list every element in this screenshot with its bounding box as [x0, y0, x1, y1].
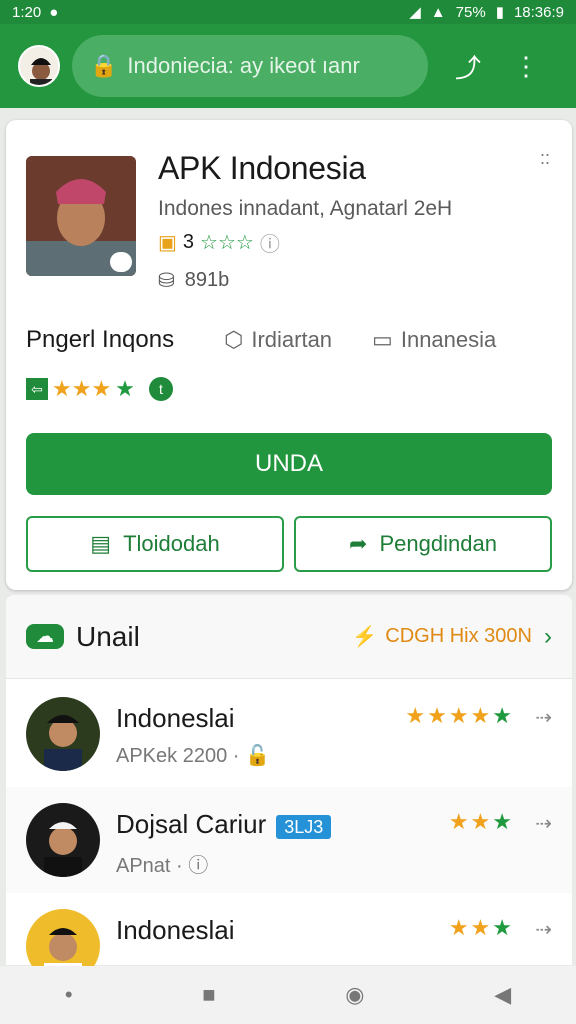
meta-language: Innanesia: [400, 327, 497, 352]
primary-action-button[interactable]: UNDA: [26, 433, 552, 495]
system-nav-bar: • ■ ◉ ◀: [0, 966, 576, 1024]
promo-link[interactable]: ⚡ CDGH Hix 300N: [352, 624, 532, 649]
list-item-subtitle: APKek 2200 · 🔓: [116, 745, 270, 767]
status-clock: 18:36:9: [513, 3, 564, 21]
app-rating-row: ▣ 3 ☆☆☆ ⓘ: [158, 228, 280, 257]
app-size-row: ⛁ 891b: [158, 268, 229, 293]
app-meta-row: Pngerl Inqons ⬡ Irdiartan ▭ Innanesia: [26, 326, 556, 354]
avatar: [26, 697, 100, 771]
app-icon-image: [26, 156, 136, 276]
chat-icon: ▭: [372, 327, 393, 352]
url-text: Indoniecia: ay ikeot ıanr: [127, 53, 360, 78]
card-options-icon[interactable]: ::: [540, 149, 550, 167]
related-apps-title: Unail: [76, 620, 140, 652]
share-arrow-icon: ➦: [349, 531, 368, 556]
location-item[interactable]: ⬡ Irdiartan: [224, 327, 332, 353]
secondary-left-button[interactable]: ▤ Tloidodah: [26, 516, 284, 572]
arrow-icon[interactable]: ⇢: [535, 917, 552, 942]
browser-toolbar: 🔒 Indoniecia: ay ikeot ıanr ⤴ ⋮: [0, 24, 576, 108]
related-apps-header: ☁ Unail ⚡ CDGH Hix 300N ›: [6, 595, 572, 679]
app-subtitle: Indones innadant, Agnatarl 2eH: [158, 197, 453, 220]
battery-icon: ▮: [495, 4, 504, 21]
info-icon: ⓘ: [259, 234, 280, 256]
list-item[interactable]: Indoneslai APKek 2200 · 🔓 ★★★★★ ⇢: [6, 681, 572, 787]
meta-category: Pngerl Inqons: [26, 326, 175, 353]
status-time: 1:20: [12, 3, 42, 21]
info-small-icon: ⓘ: [188, 855, 209, 877]
wifi-icon: ◢: [409, 4, 421, 21]
avatar: [26, 803, 100, 877]
verified-icon: t: [148, 377, 173, 401]
lock-icon: 🔒: [90, 53, 118, 78]
list-item-title: Dojsal Cariur 3LJ3: [116, 809, 332, 840]
rating-stars: ☆☆☆: [200, 232, 254, 254]
url-bar[interactable]: 🔒 Indoniecia: ay ikeot ıanr: [72, 35, 428, 97]
bolt-icon: ⚡: [352, 626, 378, 648]
chevron-right-icon[interactable]: ›: [544, 623, 552, 651]
list-item-subtitle: APnat · ⓘ: [116, 855, 209, 877]
meta-location: Irdiartan: [251, 327, 333, 352]
home-icon[interactable]: ◉: [345, 982, 364, 1008]
recents-icon[interactable]: ■: [202, 982, 215, 1008]
document-icon: ▤: [90, 531, 112, 556]
arrow-icon[interactable]: ⇢: [535, 705, 552, 730]
signal-icon: ▲: [430, 3, 446, 21]
language-item[interactable]: ▭ Innanesia: [372, 327, 496, 353]
rating-value: 3: [182, 231, 195, 253]
nav-dot-icon[interactable]: •: [65, 982, 73, 1008]
list-item-title: Indoneslai: [116, 703, 235, 733]
list-item-stars: ★★★: [448, 915, 514, 940]
green-tag-icon: ⇦: [26, 378, 48, 400]
back-icon[interactable]: ◀: [494, 982, 511, 1008]
app-detail-card: APK Indonesia Indones innadant, Agnatarl…: [6, 120, 572, 590]
more-menu-icon[interactable]: ⋮: [504, 51, 548, 82]
notification-icon: ●: [49, 3, 59, 21]
list-item-stars: ★★★: [448, 809, 514, 834]
secondary-left-label: Tloidodah: [123, 531, 220, 556]
star-rating-green: ★: [115, 376, 135, 401]
list-item-title: Indoneslai: [116, 915, 235, 945]
arrow-icon[interactable]: ⇢: [535, 811, 552, 836]
promo-text: CDGH Hix 300N: [385, 625, 532, 647]
share-icon[interactable]: ⤴: [446, 48, 490, 85]
cloud-icon: ☁: [26, 624, 64, 649]
location-pin-icon: ⬡: [224, 327, 244, 352]
list-item-stars: ★★★★★: [405, 703, 514, 728]
size-icon: ⛁: [158, 270, 175, 292]
list-item[interactable]: Dojsal Cariur 3LJ3 APnat · ⓘ ★★★ ⇢: [6, 787, 572, 893]
version-tag: 3LJ3: [276, 815, 332, 839]
review-stars-row: ⇦ ★★★ ★ t: [26, 376, 173, 402]
secondary-right-label: Pengdindan: [379, 531, 497, 556]
app-title: APK Indonesia: [158, 150, 366, 186]
related-apps-panel: ☁ Unail ⚡ CDGH Hix 300N › Indoneslai APK…: [6, 595, 572, 983]
status-bar: 1:20 ● ◢ ▲ 75% ▮ 18:36:9: [0, 0, 576, 24]
profile-avatar[interactable]: [18, 45, 60, 87]
secondary-right-button[interactable]: ➦ Pengdindan: [294, 516, 552, 572]
app-size: 891b: [184, 269, 230, 291]
star-rating: ★★★: [52, 376, 112, 401]
battery-level: 75%: [455, 3, 486, 21]
rating-badge-icon: ▣: [158, 232, 177, 254]
lock-small-icon: 🔓: [244, 745, 270, 767]
